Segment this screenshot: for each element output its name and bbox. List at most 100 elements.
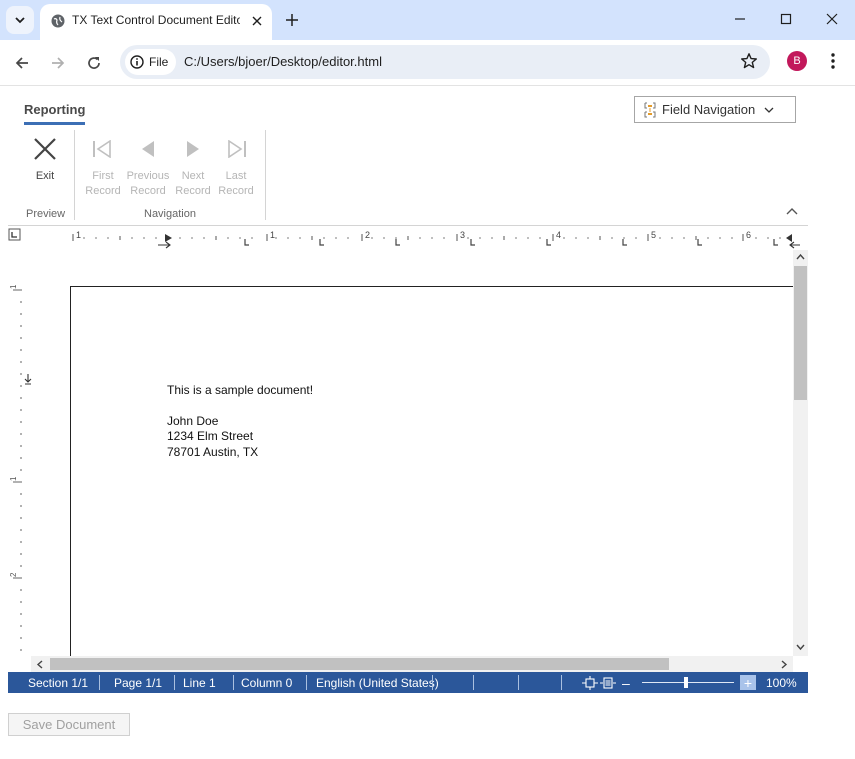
reload-button[interactable] bbox=[81, 50, 107, 76]
status-section: Section 1/1 bbox=[28, 675, 89, 690]
minimize-button[interactable] bbox=[728, 8, 752, 30]
document-text[interactable]: This is a sample document! John Doe 1234… bbox=[167, 383, 313, 460]
tab-stop-marker bbox=[546, 239, 551, 246]
last-record-button[interactable]: Last Record bbox=[214, 136, 258, 199]
field-navigation-icon bbox=[644, 102, 656, 117]
first-line-indent-marker bbox=[165, 234, 172, 242]
new-tab-button[interactable] bbox=[282, 10, 302, 30]
status-language[interactable]: English (United States) bbox=[316, 672, 439, 693]
ruler-scale: 1 1 2 3 4 5 6 bbox=[8, 228, 800, 249]
previous-record-button[interactable]: Previous Record bbox=[126, 136, 170, 199]
horizontal-scrollbar[interactable] bbox=[31, 656, 793, 672]
tab-reporting[interactable]: Reporting bbox=[24, 102, 85, 117]
status-separator bbox=[99, 675, 100, 690]
status-separator bbox=[233, 675, 234, 690]
zoom-in-button[interactable]: + bbox=[740, 675, 756, 691]
zoom-slider-thumb[interactable] bbox=[684, 677, 688, 688]
address-bar[interactable]: File C:/Users/bjoer/Desktop/editor.html bbox=[120, 45, 770, 79]
doc-line: This is a sample document! bbox=[167, 383, 314, 397]
group-label-navigation: Navigation bbox=[144, 208, 196, 220]
url-text[interactable]: C:/Users/bjoer/Desktop/editor.html bbox=[184, 54, 382, 69]
profile-avatar[interactable]: B bbox=[787, 51, 807, 71]
zoom-slider[interactable] bbox=[642, 682, 734, 683]
close-tab-icon[interactable] bbox=[248, 12, 266, 30]
vertical-scroll-thumb[interactable] bbox=[794, 266, 807, 400]
next-record-button[interactable]: Next Record bbox=[171, 136, 215, 199]
horizontal-scroll-thumb[interactable] bbox=[50, 658, 669, 670]
document-area[interactable]: This is a sample document! John Doe 1234… bbox=[36, 250, 793, 656]
ruler-number: 1 bbox=[76, 230, 81, 240]
last-record-icon bbox=[228, 140, 246, 158]
scroll-left-icon[interactable] bbox=[36, 660, 44, 669]
next-record-label-1: Next bbox=[181, 170, 205, 182]
fit-page-icon[interactable] bbox=[582, 672, 598, 693]
minimize-icon bbox=[735, 18, 745, 20]
globe-icon bbox=[51, 14, 65, 28]
browser-tab[interactable]: TX Text Control Document Editor bbox=[40, 4, 272, 40]
field-navigation-label: Field Navigation bbox=[662, 102, 756, 117]
browser-menu-button[interactable] bbox=[824, 51, 842, 71]
chevron-down-icon bbox=[764, 107, 774, 113]
doc-line: 1234 Elm Street bbox=[167, 429, 254, 443]
first-record-label-2: Record bbox=[85, 185, 121, 197]
ruler-number: 1 bbox=[270, 230, 275, 240]
right-indent-marker bbox=[786, 234, 792, 242]
next-record-icon bbox=[187, 141, 199, 157]
scroll-right-icon[interactable] bbox=[780, 660, 788, 669]
vertical-scrollbar[interactable] bbox=[793, 250, 808, 656]
close-icon bbox=[826, 13, 838, 25]
first-record-label-1: First bbox=[92, 170, 114, 182]
status-column: Column 0 bbox=[241, 675, 293, 690]
status-page: Page 1/1 bbox=[114, 675, 163, 690]
previous-record-label-2: Record bbox=[130, 185, 166, 197]
active-tab-indicator bbox=[24, 122, 85, 125]
vertical-ruler[interactable]: 1 1 2 bbox=[8, 250, 36, 656]
reload-icon bbox=[88, 57, 100, 69]
tab-stop-marker bbox=[395, 239, 400, 246]
status-separator bbox=[432, 675, 433, 690]
left-indent-marker bbox=[158, 241, 171, 249]
tab-search-button[interactable] bbox=[6, 6, 34, 34]
previous-record-label-1: Previous bbox=[126, 170, 170, 182]
vertical-ruler-number: 1 bbox=[9, 476, 18, 481]
browser-tab-bar: TX Text Control Document Editor bbox=[0, 0, 855, 40]
right-margin-marker bbox=[789, 241, 800, 249]
chevron-down-icon bbox=[15, 17, 25, 24]
fit-width-icon[interactable] bbox=[600, 672, 616, 693]
scroll-down-icon[interactable] bbox=[796, 643, 805, 651]
save-document-button[interactable]: Save Document bbox=[8, 713, 130, 736]
status-separator bbox=[518, 675, 519, 690]
maximize-button[interactable] bbox=[774, 8, 798, 30]
zoom-out-button[interactable]: – bbox=[622, 672, 630, 693]
document-page[interactable]: This is a sample document! John Doe 1234… bbox=[70, 286, 793, 656]
status-separator bbox=[561, 675, 562, 690]
close-window-button[interactable] bbox=[820, 8, 844, 30]
info-icon bbox=[130, 55, 144, 69]
back-button[interactable] bbox=[9, 50, 35, 76]
forward-button[interactable] bbox=[45, 50, 71, 76]
horizontal-ruler[interactable]: 1 1 2 3 4 5 6 bbox=[8, 225, 808, 249]
close-icon bbox=[34, 138, 56, 160]
doc-line: John Doe bbox=[167, 413, 219, 428]
tab-title: TX Text Control Document Editor bbox=[72, 13, 240, 27]
scroll-up-icon[interactable] bbox=[796, 253, 805, 261]
ruler-number: 3 bbox=[460, 230, 465, 240]
group-separator bbox=[74, 130, 75, 220]
exit-button[interactable]: Exit bbox=[23, 136, 67, 184]
ruler-number: 2 bbox=[365, 230, 370, 240]
browser-toolbar: File C:/Users/bjoer/Desktop/editor.html … bbox=[0, 40, 855, 86]
group-separator bbox=[265, 130, 266, 220]
ribbon: Reporting Field Navigation Exit First Re… bbox=[8, 86, 808, 224]
tab-stop-marker bbox=[470, 239, 475, 246]
tab-stop-marker bbox=[319, 239, 324, 246]
group-label-preview: Preview bbox=[26, 208, 66, 220]
ruler-number: 6 bbox=[746, 230, 751, 240]
zoom-level[interactable]: 100% bbox=[766, 672, 797, 693]
field-navigation-dropdown[interactable]: Field Navigation bbox=[634, 96, 796, 123]
collapse-ribbon-icon[interactable] bbox=[786, 204, 798, 222]
site-info-chip[interactable]: File bbox=[125, 49, 177, 75]
first-record-button[interactable]: First Record bbox=[81, 136, 125, 199]
bookmark-star-icon[interactable] bbox=[740, 52, 758, 75]
previous-record-icon bbox=[142, 141, 154, 157]
vertical-ruler-number: 1 bbox=[9, 284, 18, 289]
